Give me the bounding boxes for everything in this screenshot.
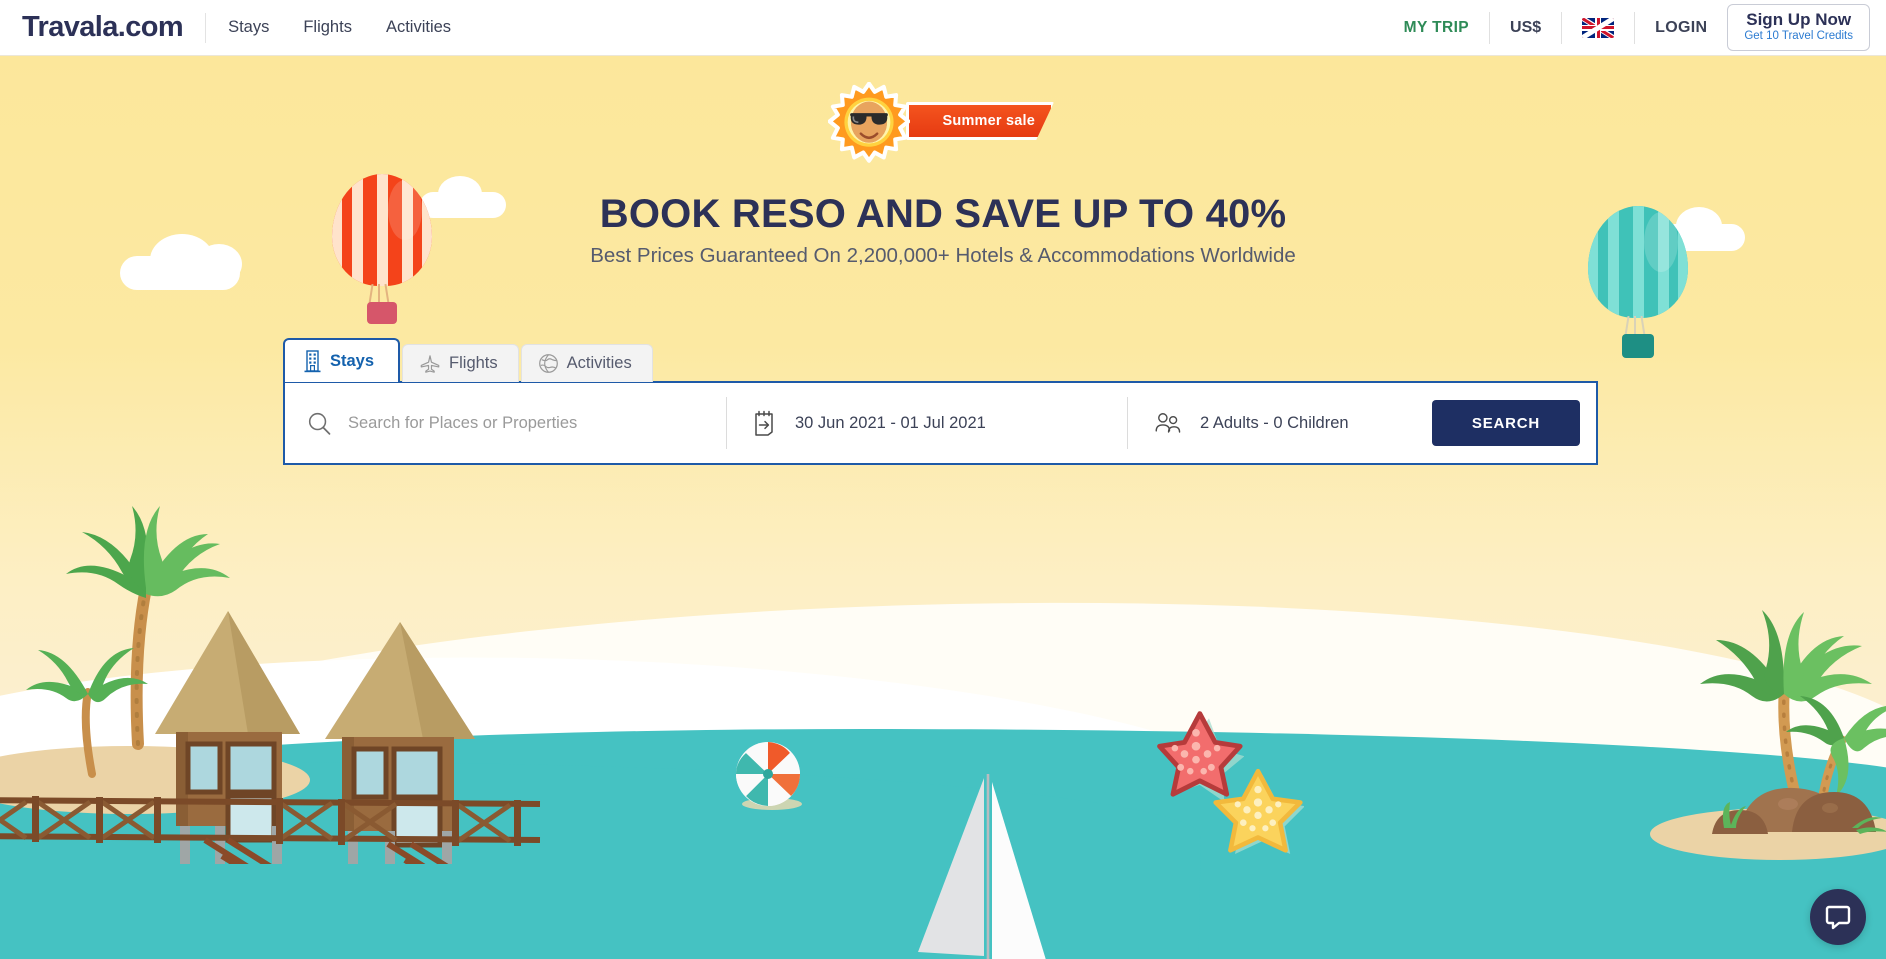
summer-sale-badge: Summer sale bbox=[828, 82, 1058, 164]
search-tabs: Stays Flights Activities bbox=[283, 338, 1598, 382]
my-trip-link[interactable]: MY TRIP bbox=[1404, 19, 1469, 37]
guests-icon bbox=[1155, 413, 1181, 433]
sun-sunglasses-icon bbox=[828, 82, 910, 163]
search-bar: Search for Places or Properties 30 Jun 2… bbox=[283, 381, 1598, 465]
guests-value: 2 Adults - 0 Children bbox=[1200, 413, 1349, 432]
summer-sale-ribbon: Summer sale bbox=[906, 102, 1054, 140]
tab-activities-label: Activities bbox=[566, 354, 632, 372]
uk-flag-icon[interactable] bbox=[1582, 17, 1615, 38]
guests-field[interactable]: 2 Adults - 0 Children bbox=[1128, 383, 1432, 463]
calendar-icon bbox=[755, 410, 773, 436]
sailboat bbox=[918, 774, 1046, 959]
search-widget: Stays Flights Activities Search for Plac… bbox=[283, 338, 1598, 465]
header-divider bbox=[205, 12, 207, 43]
sea-water-2 bbox=[0, 751, 1202, 959]
signup-subtitle: Get 10 Travel Credits bbox=[1744, 30, 1853, 43]
chat-bubble-icon bbox=[1825, 905, 1851, 930]
search-icon bbox=[308, 412, 331, 435]
starfish-red bbox=[1157, 711, 1244, 800]
palm-rocks-island bbox=[1650, 610, 1886, 860]
main-nav: Stays Flights Activities bbox=[228, 18, 451, 37]
tab-flights[interactable]: Flights bbox=[402, 344, 519, 382]
building-icon bbox=[304, 350, 321, 373]
tab-activities[interactable]: Activities bbox=[520, 344, 653, 382]
sand-foam-band-2 bbox=[0, 638, 1322, 830]
starfish-yellow bbox=[1213, 768, 1304, 854]
header-sep-3 bbox=[1634, 11, 1636, 44]
tab-stays[interactable]: Stays bbox=[283, 338, 401, 382]
overwater-bungalows bbox=[0, 506, 541, 864]
header-actions: MY TRIP US$ LOGIN Sign Up Now Get 10 Tra… bbox=[1404, 0, 1886, 55]
dates-value: 30 Jun 2021 - 01 Jul 2021 bbox=[795, 413, 986, 432]
header-sep-2 bbox=[1561, 11, 1563, 44]
signup-title: Sign Up Now bbox=[1746, 9, 1852, 29]
hero-subtitle: Best Prices Guaranteed On 2,200,000+ Hot… bbox=[590, 244, 1296, 267]
nav-flights[interactable]: Flights bbox=[303, 18, 352, 37]
currency-selector[interactable]: US$ bbox=[1510, 19, 1541, 37]
places-placeholder: Search for Places or Properties bbox=[348, 413, 578, 432]
sand-foam-band bbox=[0, 583, 1886, 815]
airplane-icon bbox=[420, 354, 440, 373]
sea-water bbox=[0, 729, 1886, 959]
hero-title: BOOK RESO AND SAVE UP TO 40% bbox=[599, 192, 1287, 236]
summer-sale-label: Summer sale bbox=[942, 113, 1035, 129]
globe-icon bbox=[538, 354, 558, 373]
search-button[interactable]: SEARCH bbox=[1432, 400, 1580, 446]
chat-widget-button[interactable] bbox=[1810, 889, 1866, 945]
site-header: Travala.com Stays Flights Activities MY … bbox=[0, 0, 1886, 56]
page-root: Travala.com Stays Flights Activities MY … bbox=[0, 0, 1886, 959]
nav-activities[interactable]: Activities bbox=[386, 18, 451, 37]
places-field[interactable]: Search for Places or Properties bbox=[285, 383, 726, 463]
header-sep-1 bbox=[1489, 11, 1491, 44]
signup-button[interactable]: Sign Up Now Get 10 Travel Credits bbox=[1727, 3, 1870, 52]
dates-field[interactable]: 30 Jun 2021 - 01 Jul 2021 bbox=[727, 383, 1127, 463]
tab-stays-label: Stays bbox=[330, 351, 375, 370]
login-link[interactable]: LOGIN bbox=[1655, 19, 1707, 37]
hero-banner: Summer sale BOOK RESO AND SAVE UP TO 40%… bbox=[0, 56, 1886, 959]
tab-flights-label: Flights bbox=[449, 354, 498, 372]
site-logo[interactable]: Travala.com bbox=[22, 11, 184, 44]
beach-ball bbox=[736, 742, 802, 810]
nav-stays[interactable]: Stays bbox=[228, 18, 269, 37]
